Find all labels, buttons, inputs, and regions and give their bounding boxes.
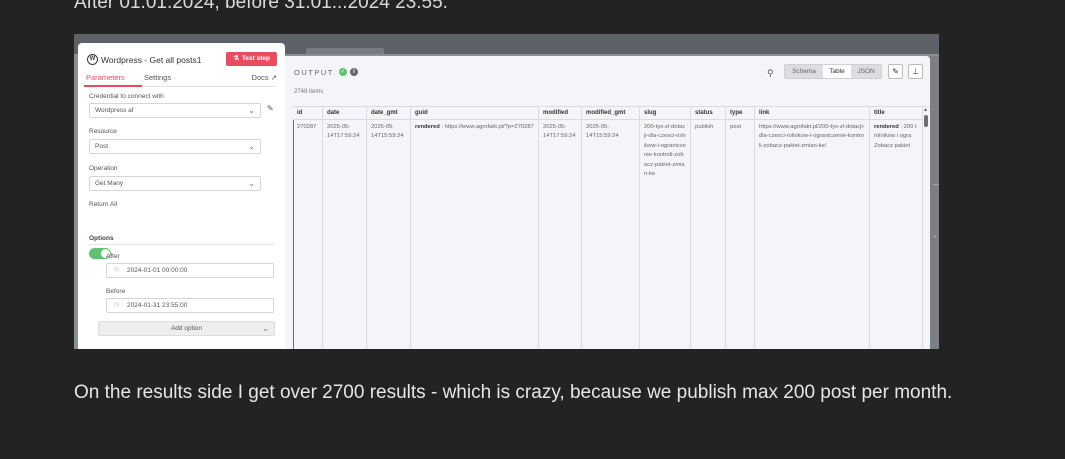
node-header: W Wordpress - Get all posts1 ⚗ Test step bbox=[87, 52, 277, 68]
wordpress-icon: W bbox=[87, 54, 98, 65]
post-text-bottom: On the results side I get over 2700 resu… bbox=[74, 382, 953, 403]
screenshot: W Wordpress - Get all posts1 ⚗ Test step … bbox=[74, 34, 939, 349]
scroll-up-icon[interactable]: ▲ bbox=[923, 107, 928, 113]
add-option-button[interactable]: Add option ⌄ bbox=[98, 321, 275, 336]
operation-select[interactable]: Get Many ⌄ bbox=[89, 176, 261, 191]
post-text-top: After 01.01.2024, before 31.01...2024 23… bbox=[74, 0, 448, 13]
test-step-label: Test step bbox=[241, 55, 270, 62]
before-date-input[interactable]: ◷ 2024-01-31 23:55:00 bbox=[106, 298, 274, 313]
column-header-id[interactable]: id bbox=[293, 107, 323, 120]
cell-date-gmt: 2025-05-14T15:59:24 bbox=[367, 120, 411, 349]
view-table[interactable]: Table bbox=[823, 65, 851, 78]
operation-value: Get Many bbox=[95, 180, 124, 187]
tab-settings[interactable]: Settings bbox=[144, 73, 171, 82]
pin-data-button[interactable]: ⊥ bbox=[908, 64, 923, 79]
cell-slug: 200-tys-zl-dotacji-dla-czesci-rolnikow-i… bbox=[640, 120, 691, 349]
column-header-date[interactable]: date bbox=[323, 107, 367, 120]
column-header-link[interactable]: link bbox=[755, 107, 870, 120]
cell-modified-gmt: 2025-05-14T15:59:24 bbox=[582, 120, 640, 349]
guid-key: rendered bbox=[415, 124, 440, 130]
column-header-status[interactable]: status bbox=[691, 107, 726, 120]
cell-title: rendered : 200 t rolników i ogra Zobacz … bbox=[870, 120, 923, 349]
return-all-label: Return All bbox=[89, 201, 118, 208]
output-title: OUTPUT bbox=[294, 68, 334, 77]
node-parameters-panel: W Wordpress - Get all posts1 ⚗ Test step … bbox=[78, 43, 285, 349]
canvas-edge bbox=[930, 56, 939, 349]
view-switcher: Schema Table JSON bbox=[784, 64, 882, 79]
cell-id: 270287 bbox=[293, 120, 323, 349]
before-date-value: 2024-01-31 23:55:00 bbox=[127, 302, 188, 309]
cell-link: https://www.agrofakt.pl/200-tys-zl-dotac… bbox=[755, 120, 870, 349]
edit-credential-icon[interactable]: ✎ bbox=[267, 104, 274, 113]
calendar-icon: ◷ bbox=[114, 267, 120, 273]
resource-label: Resource bbox=[89, 128, 117, 135]
before-label: Before bbox=[106, 288, 126, 295]
flask-icon: ⚗ bbox=[233, 55, 239, 62]
column-header-date-gmt[interactable]: date_gmt bbox=[367, 107, 411, 120]
canvas-connector-line bbox=[933, 184, 939, 185]
active-tab-underline bbox=[84, 85, 142, 87]
edit-output-button[interactable]: ✎ bbox=[888, 64, 903, 79]
column-header-slug[interactable]: slug bbox=[640, 107, 691, 120]
view-schema[interactable]: Schema bbox=[785, 65, 823, 78]
search-icon[interactable]: ⚲ bbox=[767, 68, 774, 79]
cell-status: publish bbox=[691, 120, 726, 349]
column-header-guid[interactable]: guid bbox=[411, 107, 539, 120]
guid-value: : https://www.agrofakt.pl/?p=270287 bbox=[441, 124, 534, 130]
table-scrollbar[interactable]: ▲ bbox=[923, 107, 929, 349]
options-divider bbox=[89, 244, 274, 245]
chevron-down-icon: ⌄ bbox=[248, 142, 255, 151]
docs-link[interactable]: Docs ↗ bbox=[252, 73, 277, 82]
after-label: After bbox=[106, 253, 120, 260]
canvas-tab bbox=[306, 48, 384, 54]
title-key: rendered bbox=[874, 124, 899, 130]
column-header-type[interactable]: type bbox=[726, 107, 755, 120]
options-label: Options bbox=[89, 235, 114, 242]
credential-select[interactable]: Wordpress af ⌄ bbox=[89, 103, 261, 118]
calendar-icon: ◷ bbox=[114, 302, 120, 308]
parameter-tabs: Parameters Settings Docs ↗ bbox=[84, 71, 277, 87]
column-header-modified-gmt[interactable]: modified_gmt bbox=[582, 107, 640, 120]
cell-date: 2025-05-14T17:59:24 bbox=[323, 120, 367, 349]
chevron-down-icon: ⌄ bbox=[248, 179, 255, 188]
output-table: id date date_gmt guid modified modified_… bbox=[293, 106, 929, 349]
credential-label: Credential to connect with bbox=[89, 93, 164, 100]
credential-value: Wordpress af bbox=[95, 107, 134, 114]
cell-modified: 2025-05-14T17:59:24 bbox=[539, 120, 582, 349]
test-step-button[interactable]: ⚗ Test step bbox=[226, 52, 277, 66]
resource-select[interactable]: Post ⌄ bbox=[89, 139, 261, 154]
column-header-modified[interactable]: modified bbox=[539, 107, 582, 120]
success-check-icon: ✓ bbox=[339, 68, 347, 76]
after-date-value: 2024-01-01 00:00:00 bbox=[127, 267, 188, 274]
chevron-down-icon: ⌄ bbox=[248, 106, 255, 115]
operation-label: Operation bbox=[89, 165, 118, 172]
cell-type: post bbox=[726, 120, 755, 349]
add-option-label: Add option bbox=[170, 325, 203, 332]
scrollbar-thumb[interactable] bbox=[924, 115, 928, 127]
cell-guid: rendered : https://www.agrofakt.pl/?p=27… bbox=[411, 120, 539, 349]
canvas-marker-icon: ∨ bbox=[933, 234, 937, 240]
output-panel: OUTPUT ✓ i 2749 items ⚲ Schema Table JSO… bbox=[285, 56, 930, 349]
resource-value: Post bbox=[95, 143, 109, 150]
items-count: 2749 items bbox=[294, 89, 324, 95]
chevron-down-icon: ⌄ bbox=[262, 324, 269, 333]
info-icon[interactable]: i bbox=[350, 68, 358, 76]
column-header-title[interactable]: title bbox=[870, 107, 923, 120]
after-date-input[interactable]: ◷ 2024-01-01 00:00:00 bbox=[106, 263, 274, 278]
tab-parameters[interactable]: Parameters bbox=[86, 73, 125, 82]
view-json[interactable]: JSON bbox=[851, 65, 881, 78]
node-title[interactable]: Wordpress - Get all posts1 bbox=[101, 55, 201, 65]
